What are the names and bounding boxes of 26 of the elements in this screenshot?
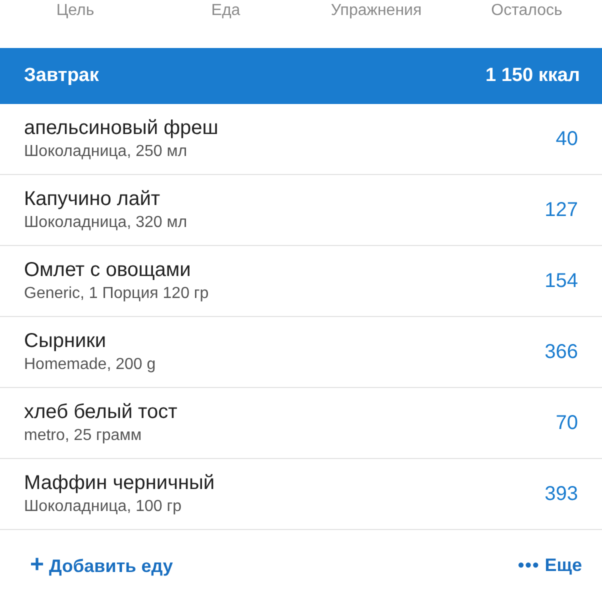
food-details: metro, 25 грамм	[24, 427, 143, 445]
column-label: Цель	[55, 1, 96, 21]
food-calories: 70	[556, 412, 578, 434]
column-label: Осталось	[490, 1, 564, 21]
food-details: Шоколадница, 320 мл	[24, 214, 188, 232]
food-details: Шоколадница, 250 мл	[24, 143, 188, 161]
food-details: Generic, 1 Порция 120 гр	[24, 285, 209, 303]
food-name[interactable]: Сырники	[24, 330, 156, 353]
food-name[interactable]: апельсиновый фреш	[24, 117, 218, 140]
food-details: Шоколадница, 100 гр	[24, 498, 182, 516]
food-calories: 40	[556, 128, 578, 150]
food-details: Homemade, 200 g	[24, 356, 156, 374]
meal-calories: 1 150 ккал	[486, 65, 580, 87]
column-label: Упражнения	[330, 1, 423, 21]
food-calories: 366	[544, 340, 578, 364]
meal-title: Завтрак	[24, 65, 99, 87]
food-name[interactable]: хлеб белый тост	[24, 401, 178, 424]
food-calories: 393	[544, 482, 578, 506]
food-calories: 127	[544, 198, 578, 222]
column-label: Еда	[210, 1, 242, 21]
add-food-button[interactable]: + Добавить еду	[30, 551, 173, 579]
more-button[interactable]: ••• Еще	[518, 554, 582, 576]
food-calories: 154	[544, 270, 578, 292]
food-name[interactable]: Омлет с овощами	[24, 259, 209, 282]
food-name[interactable]: Маффин черничный	[24, 472, 215, 495]
food-name[interactable]: Капучино лайт	[24, 188, 188, 211]
